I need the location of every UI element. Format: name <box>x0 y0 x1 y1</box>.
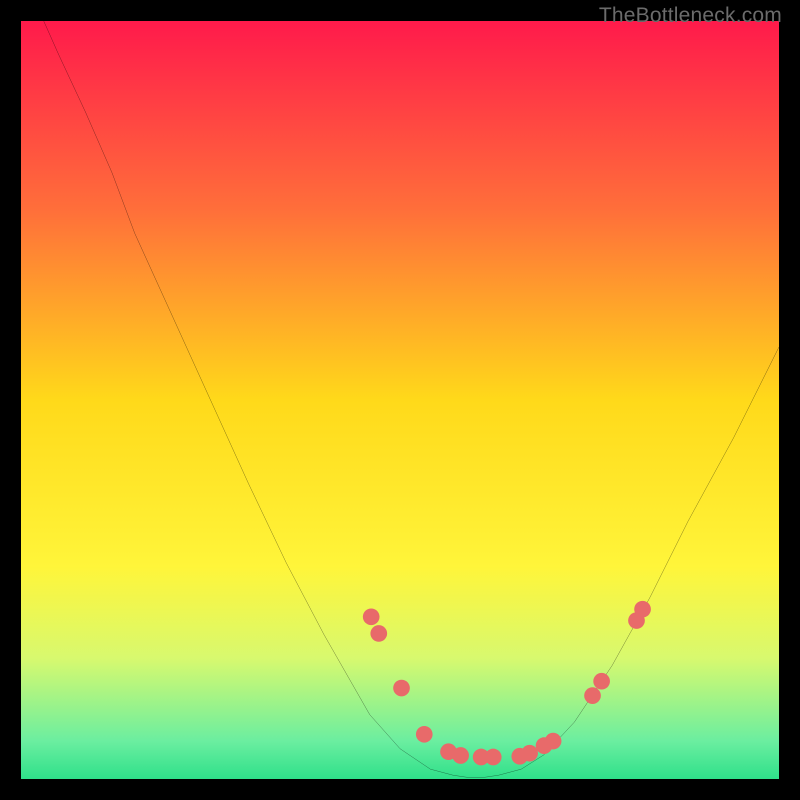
chart-svg <box>21 21 779 779</box>
data-marker <box>593 673 610 690</box>
data-marker <box>521 745 538 762</box>
data-marker <box>485 749 502 766</box>
data-marker <box>416 726 433 743</box>
gradient-background <box>21 21 779 779</box>
data-marker <box>370 625 387 642</box>
plot-area <box>21 21 779 779</box>
data-marker <box>545 733 562 750</box>
data-marker <box>452 747 469 764</box>
data-marker <box>634 601 651 618</box>
data-marker <box>584 687 601 704</box>
data-marker <box>393 680 410 697</box>
data-marker <box>363 608 380 625</box>
chart-stage: TheBottleneck.com <box>0 0 800 800</box>
watermark-label: TheBottleneck.com <box>599 4 782 28</box>
